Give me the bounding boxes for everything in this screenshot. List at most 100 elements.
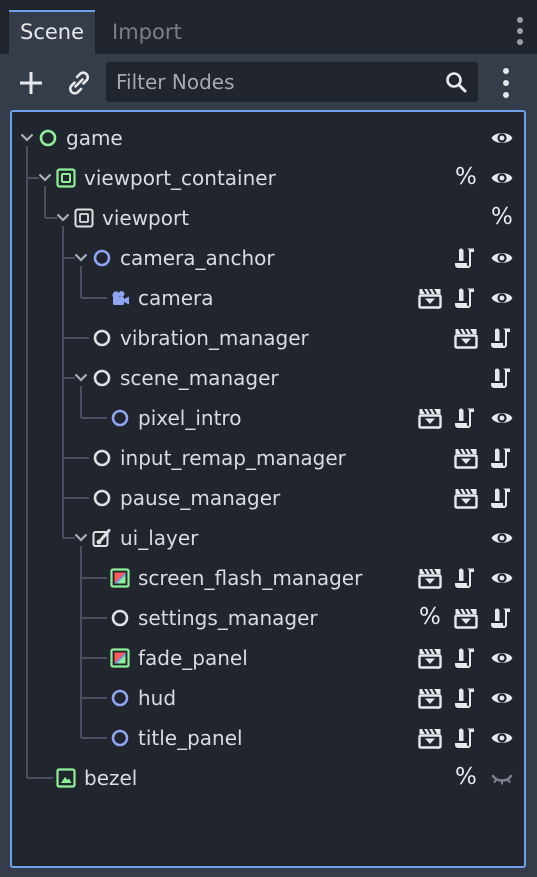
tree-row-pixel-intro[interactable]: pixel_intro xyxy=(12,398,524,438)
script-icon[interactable] xyxy=(490,326,514,350)
tab-import[interactable]: Import xyxy=(112,10,182,54)
tree-row-viewport-container[interactable]: viewport_container% xyxy=(12,158,524,198)
scene-clapper-icon[interactable] xyxy=(454,446,478,470)
node-circle-icon xyxy=(92,248,112,268)
tree-row-fade-panel[interactable]: fade_panel xyxy=(12,638,524,678)
scene-tree: game viewport_container% viewport% camera_a… xyxy=(10,110,526,868)
unique-name-percent-icon[interactable]: % xyxy=(491,204,513,230)
node-name: screen_flash_manager xyxy=(138,566,363,590)
script-icon[interactable] xyxy=(454,286,478,310)
script-icon[interactable] xyxy=(454,566,478,590)
node-name: bezel xyxy=(84,766,138,790)
dock-tab-bar: Scene Import xyxy=(0,0,537,54)
camera-icon xyxy=(110,288,130,308)
scene-clapper-icon[interactable] xyxy=(418,726,442,750)
collapse-chevron-icon[interactable] xyxy=(36,168,54,186)
tree-row-vibration-manager[interactable]: vibration_manager xyxy=(12,318,524,358)
scene-clapper-icon[interactable] xyxy=(454,486,478,510)
tree-row-game[interactable]: game xyxy=(12,118,524,158)
color-rect-icon xyxy=(110,648,130,668)
tree-row-settings-manager[interactable]: settings_manager% xyxy=(12,598,524,638)
collapse-chevron-icon[interactable] xyxy=(18,128,36,146)
node-name: input_remap_manager xyxy=(120,446,346,470)
tree-row-camera-anchor[interactable]: camera_anchor xyxy=(12,238,524,278)
node-circle-icon xyxy=(92,488,112,508)
scene-clapper-icon[interactable] xyxy=(454,326,478,350)
visibility-eye-icon[interactable] xyxy=(490,726,514,750)
visibility-eye-icon[interactable] xyxy=(490,126,514,150)
node-circle-icon xyxy=(92,448,112,468)
visibility-eye-icon[interactable] xyxy=(490,286,514,310)
instance-child-scene-button[interactable] xyxy=(64,68,94,98)
tree-row-screen-flash-manager[interactable]: screen_flash_manager xyxy=(12,558,524,598)
visibility-eye-icon[interactable] xyxy=(490,686,514,710)
visibility-eye-icon[interactable] xyxy=(490,526,514,550)
script-icon[interactable] xyxy=(454,406,478,430)
tree-row-pause-manager[interactable]: pause_manager xyxy=(12,478,524,518)
scene-clapper-icon[interactable] xyxy=(418,286,442,310)
visibility-eye-icon[interactable] xyxy=(490,566,514,590)
tree-row-camera[interactable]: camera xyxy=(12,278,524,318)
tab-scene[interactable]: Scene xyxy=(9,10,95,54)
container-icon xyxy=(56,168,76,188)
script-icon[interactable] xyxy=(490,366,514,390)
node-name: game xyxy=(66,126,123,150)
collapse-chevron-icon[interactable] xyxy=(54,208,72,226)
visibility-eye-icon[interactable] xyxy=(490,246,514,270)
unique-name-percent-icon[interactable]: % xyxy=(455,764,477,790)
hidden-eye-icon[interactable] xyxy=(490,766,514,790)
node-name: viewport_container xyxy=(84,166,276,190)
node-name: pause_manager xyxy=(120,486,281,510)
scene-clapper-icon[interactable] xyxy=(418,406,442,430)
scene-clapper-icon[interactable] xyxy=(418,566,442,590)
unique-name-percent-icon[interactable]: % xyxy=(419,604,441,630)
script-icon[interactable] xyxy=(454,646,478,670)
script-icon[interactable] xyxy=(454,686,478,710)
node-name: viewport xyxy=(102,206,190,230)
link-icon xyxy=(68,71,90,95)
node-name: ui_layer xyxy=(120,526,199,550)
node-circle-icon xyxy=(92,368,112,388)
collapse-chevron-icon[interactable] xyxy=(72,368,90,386)
canvas-layer-icon xyxy=(92,528,112,548)
node-name: camera_anchor xyxy=(120,246,275,270)
node-name: settings_manager xyxy=(138,606,318,630)
visibility-eye-icon[interactable] xyxy=(490,646,514,670)
tree-row-input-remap-manager[interactable]: input_remap_manager xyxy=(12,438,524,478)
visibility-eye-icon[interactable] xyxy=(490,166,514,190)
scene-clapper-icon[interactable] xyxy=(454,606,478,630)
tree-row-title-panel[interactable]: title_panel xyxy=(12,718,524,758)
script-icon[interactable] xyxy=(490,486,514,510)
search-icon xyxy=(446,72,467,93)
tree-row-bezel[interactable]: bezel% xyxy=(12,758,524,798)
collapse-chevron-icon[interactable] xyxy=(72,248,90,266)
visibility-eye-icon[interactable] xyxy=(490,406,514,430)
scene-options-menu-icon[interactable] xyxy=(500,68,512,98)
node-circle-icon xyxy=(110,728,130,748)
tree-row-scene-manager[interactable]: scene_manager xyxy=(12,358,524,398)
filter-nodes-input[interactable] xyxy=(106,62,436,102)
texture-rect-icon xyxy=(56,768,76,788)
scene-clapper-icon[interactable] xyxy=(418,686,442,710)
node-name: pixel_intro xyxy=(138,406,242,430)
script-icon[interactable] xyxy=(454,246,478,270)
script-icon[interactable] xyxy=(490,446,514,470)
tab-menu-icon[interactable] xyxy=(514,17,526,45)
node-name: title_panel xyxy=(138,726,243,750)
scene-clapper-icon[interactable] xyxy=(418,646,442,670)
tree-row-ui-layer[interactable]: ui_layer xyxy=(12,518,524,558)
add-node-button[interactable] xyxy=(16,68,46,98)
node-circle-icon xyxy=(38,128,58,148)
collapse-chevron-icon[interactable] xyxy=(72,528,90,546)
tree-row-viewport[interactable]: viewport% xyxy=(12,198,524,238)
plus-icon xyxy=(20,72,42,94)
color-rect-icon xyxy=(110,568,130,588)
tree-row-hud[interactable]: hud xyxy=(12,678,524,718)
node-circle-icon xyxy=(92,328,112,348)
script-icon[interactable] xyxy=(454,726,478,750)
unique-name-percent-icon[interactable]: % xyxy=(455,164,477,190)
script-icon[interactable] xyxy=(490,606,514,630)
node-circle-icon xyxy=(110,408,130,428)
node-circle-icon xyxy=(110,608,130,628)
node-circle-icon xyxy=(110,688,130,708)
